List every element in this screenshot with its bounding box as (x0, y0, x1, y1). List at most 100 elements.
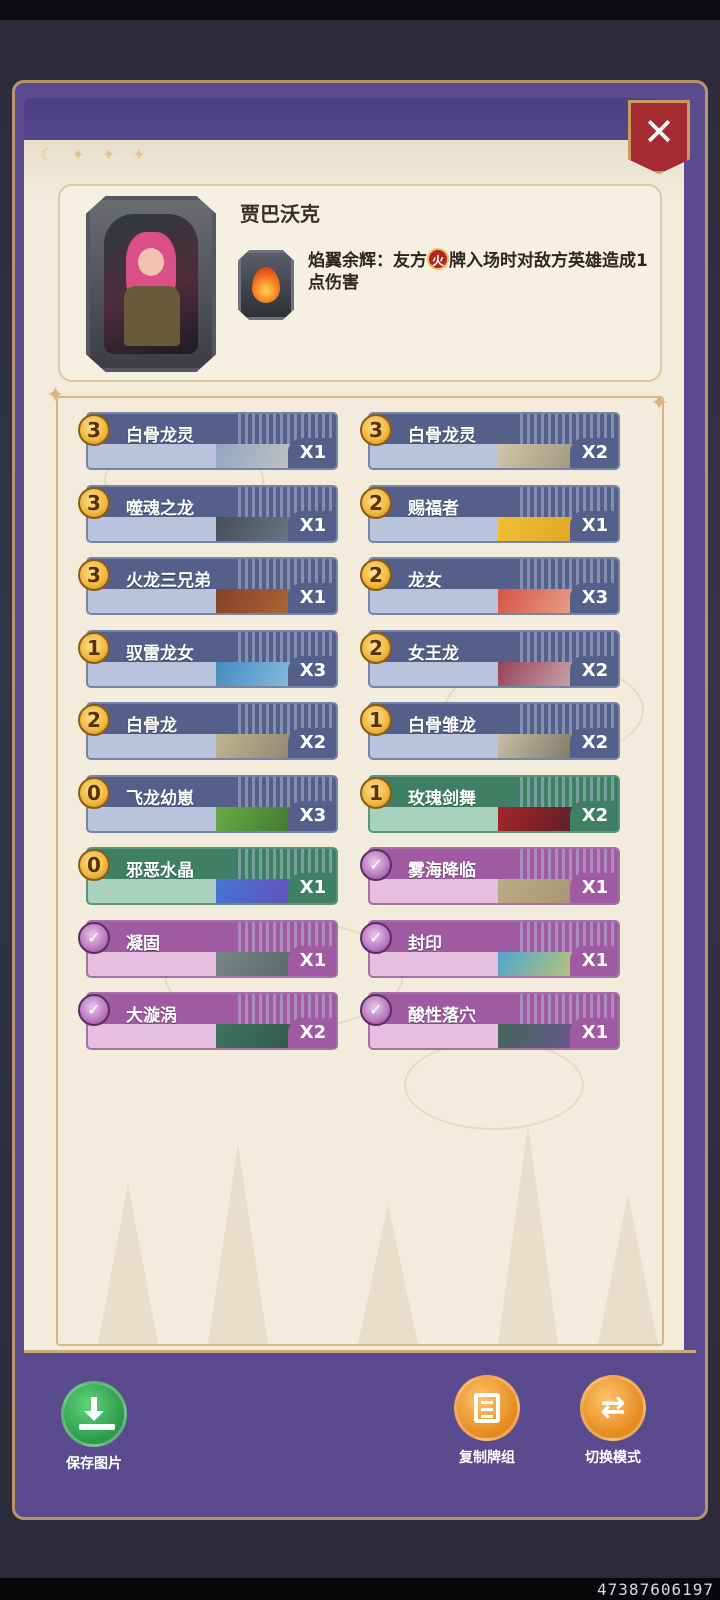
mana-cost-badge: 1 (360, 776, 392, 809)
mana-cost-badge: 3 (78, 414, 110, 446)
header-decoration: ☾ ✦ ✦ ✦ (40, 145, 152, 164)
fire-skill-icon (238, 250, 294, 320)
card-name: 封印 (408, 933, 442, 954)
card-name: 火龙三兄弟 (126, 571, 211, 591)
card-name: 邪恶水晶 (126, 861, 194, 881)
card-name: 噬魂之龙 (126, 498, 194, 519)
card-name: 雾海降临 (408, 861, 476, 881)
spell-cost-icon: ✓ (78, 994, 110, 1026)
card-name: 驭雷龙女 (126, 643, 194, 664)
card-name: 白骨雏龙 (408, 716, 476, 736)
sparkle-icon: ✦ (650, 391, 669, 416)
card-frame: 白骨雏龙 X2 (368, 702, 620, 760)
hero-card: 贾巴沃克 焰翼余辉：友方火牌入场时对敌方英雄造成1点伤害 (58, 184, 662, 382)
card-frame: 白骨龙灵 X1 (86, 412, 338, 470)
deck-card[interactable]: 白骨龙 X2 2 (78, 698, 338, 762)
card-count: X2 (570, 728, 618, 758)
card-name: 女王龙 (408, 643, 459, 664)
deck-card[interactable]: 封印 X1 ✓ (360, 916, 620, 980)
card-frame: 酸性落穴 X1 (368, 992, 620, 1050)
mana-cost-badge: 0 (78, 776, 110, 809)
card-count: X3 (570, 583, 618, 613)
deck-card[interactable]: 飞龙幼崽 X3 0 (78, 771, 338, 835)
watermark: 47387606197 (597, 1580, 714, 1599)
card-frame: 玫瑰剑舞 X2 (368, 774, 620, 833)
card-count: X3 (288, 800, 336, 831)
card-count: X1 (570, 510, 618, 541)
card-count: X2 (288, 728, 336, 758)
save-image-label: 保存图片 (66, 1456, 122, 1472)
card-frame: 飞龙幼崽 X3 (86, 774, 338, 833)
spell-cost-icon: ✓ (360, 994, 392, 1026)
deck-card[interactable]: 雾海降临 X1 ✓ (360, 843, 620, 907)
card-frame: 噬魂之龙 X1 (86, 484, 338, 543)
card-name: 白骨龙 (126, 716, 177, 736)
hero-skill-description: 焰翼余辉：友方火牌入场时对敌方英雄造成1点伤害 (308, 248, 648, 294)
mana-cost-badge: 3 (78, 559, 110, 591)
card-count: X2 (570, 800, 618, 831)
status-bar (0, 0, 720, 20)
mana-cost-badge: 2 (360, 559, 392, 591)
card-frame: 火龙三兄弟 X1 (86, 557, 338, 615)
deck-card[interactable]: 邪恶水晶 X1 0 (78, 843, 338, 907)
card-frame: 白骨龙灵 X2 (368, 412, 620, 470)
card-name: 白骨龙灵 (408, 426, 476, 446)
card-name: 凝固 (126, 933, 160, 954)
deck-card[interactable]: 凝固 X1 ✓ (78, 916, 338, 980)
card-count: X3 (288, 655, 336, 686)
card-frame: 凝固 X1 (86, 919, 338, 978)
card-name: 玫瑰剑舞 (408, 788, 476, 809)
deck-card[interactable]: 玫瑰剑舞 X2 1 (360, 771, 620, 835)
card-count: X1 (288, 945, 336, 976)
card-frame: 龙女 X3 (368, 557, 620, 615)
card-count: X2 (570, 655, 618, 686)
bottom-toolbar: 保存图片 复制牌组 ⇄ 切换模式 (24, 1350, 696, 1490)
deck-card[interactable]: 白骨雏龙 X2 1 (360, 698, 620, 762)
card-frame: 大漩涡 X2 (86, 992, 338, 1050)
close-button[interactable]: ✕ (628, 100, 690, 174)
mana-cost-badge: 1 (360, 704, 392, 736)
mana-cost-badge: 1 (78, 631, 110, 664)
mana-cost-badge: 3 (78, 486, 110, 519)
card-count: X1 (288, 510, 336, 541)
switch-mode-button[interactable]: ⇄ 切换模式 (568, 1375, 658, 1467)
sparkle-icon: ✦ (46, 383, 65, 408)
mana-cost-badge: 2 (78, 704, 110, 736)
mana-cost-badge: 2 (360, 631, 392, 664)
card-name: 龙女 (408, 571, 442, 591)
deck-card[interactable]: 赐福者 X1 2 (360, 481, 620, 545)
card-name: 赐福者 (408, 498, 459, 519)
card-count: X2 (570, 438, 618, 468)
deck-card[interactable]: 酸性落穴 X1 ✓ (360, 988, 620, 1052)
mana-cost-badge: 3 (360, 414, 392, 446)
copy-deck-button[interactable]: 复制牌组 (442, 1375, 532, 1467)
card-name: 白骨龙灵 (126, 426, 194, 446)
card-name: 酸性落穴 (408, 1006, 476, 1026)
fire-element-icon: 火 (427, 248, 449, 270)
card-frame: 赐福者 X1 (368, 484, 620, 543)
deck-card[interactable]: 大漩涡 X2 ✓ (78, 988, 338, 1052)
deck-card[interactable]: 火龙三兄弟 X1 3 (78, 553, 338, 617)
card-count: X1 (570, 873, 618, 903)
copy-deck-label: 复制牌组 (459, 1450, 515, 1466)
deck-card[interactable]: 白骨龙灵 X1 3 (78, 408, 338, 472)
save-image-button[interactable]: 保存图片 (54, 1381, 134, 1473)
card-frame: 邪恶水晶 X1 (86, 847, 338, 905)
deck-card[interactable]: 女王龙 X2 2 (360, 626, 620, 690)
deck-card[interactable]: 龙女 X3 2 (360, 553, 620, 617)
deck-card[interactable]: 驭雷龙女 X3 1 (78, 626, 338, 690)
deck-card-list: 白骨龙灵 X1 3 噬魂之龙 X1 3 火龙三兄弟 X1 3 驭雷龙女 X3 1 白骨龙 X2 2 飞龙幼崽 X… (56, 396, 664, 1346)
skill-prefix: 焰翼余辉：友方 (308, 251, 427, 271)
spell-cost-icon: ✓ (78, 921, 110, 954)
spell-cost-icon: ✓ (360, 849, 392, 881)
card-count: X1 (288, 438, 336, 468)
close-icon: ✕ (643, 110, 675, 154)
card-count: X1 (570, 945, 618, 976)
card-count: X2 (288, 1018, 336, 1048)
swap-icon: ⇄ (600, 1390, 626, 1425)
card-frame: 封印 X1 (368, 919, 620, 978)
deck-card[interactable]: 噬魂之龙 X1 3 (78, 481, 338, 545)
deck-card[interactable]: 白骨龙灵 X2 3 (360, 408, 620, 472)
card-frame: 白骨龙 X2 (86, 702, 338, 760)
card-name: 飞龙幼崽 (126, 788, 194, 809)
